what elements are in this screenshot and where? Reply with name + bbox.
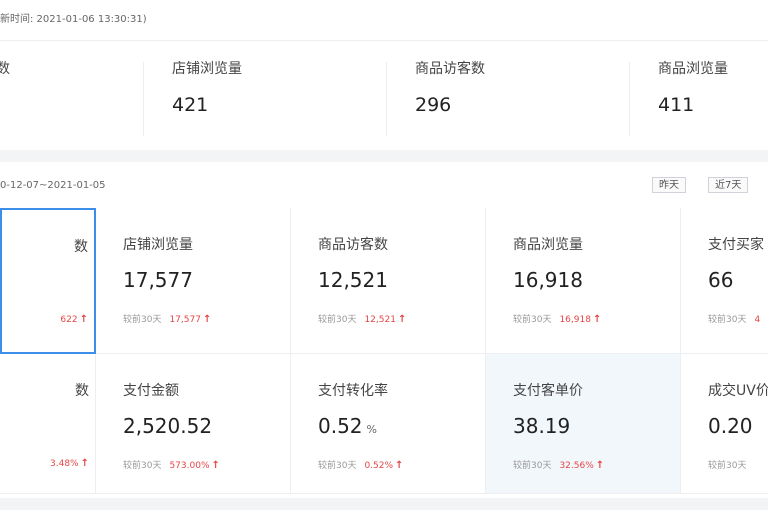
metric-product-pageviews-realtime[interactable]: 商品浏览量 411 [658, 58, 728, 116]
card-value: 0.52% [318, 414, 377, 438]
card-label: 支付客单价 [513, 383, 583, 399]
yesterday-button[interactable]: 昨天 [652, 177, 686, 193]
comparison-label: 较前30天 [318, 461, 357, 471]
card-product-visitors[interactable]: 商品访客数 12,521 较前30天 12,521 ↑ [291, 208, 486, 354]
metric-label: 商品访客数 [415, 61, 485, 77]
card-label: 店铺浏览量 [123, 237, 193, 253]
metric-label: 数 [0, 61, 10, 77]
value-number: 0.52 [318, 414, 363, 438]
comparison: 较前30天 16,918 ↑ [513, 312, 601, 325]
comparison-value: 32.56% [559, 461, 594, 471]
card-value: 0.20 [708, 414, 753, 438]
overview-panel: 0-12-07~2021-01-05 昨天 近7天 数 622 ↑ 店铺浏览量 1… [0, 162, 768, 498]
card-store-pageviews[interactable]: 店铺浏览量 17,577 较前30天 17,577 ↑ [96, 208, 291, 354]
comparison-label: 较前30天 [123, 315, 162, 325]
comparison-value: 4 [754, 315, 761, 325]
arrow-up-icon: ↑ [79, 314, 88, 325]
card-value: 16,918 [513, 268, 583, 292]
metric-value: 296 [415, 94, 452, 116]
comparison-label: 较前30天 [513, 461, 552, 471]
arrow-up-icon: ↑ [397, 314, 407, 325]
metric-store-pageviews-realtime[interactable]: 店铺浏览量 421 [172, 58, 242, 116]
metric-value: 411 [658, 94, 695, 116]
card-avg-order-value[interactable]: 支付客单价 38.19 较前30天 32.56% ↑ [486, 354, 681, 494]
divider [386, 62, 387, 136]
card-buyers-rate[interactable]: 数 3.48% ↑ [0, 354, 96, 494]
comparison: 较前30天 12,521 ↑ [318, 312, 406, 325]
card-label: 数 [74, 239, 88, 255]
arrow-up-icon: ↑ [211, 460, 220, 471]
comparison: 较前30天 32.56% ↑ [513, 458, 604, 471]
arrow-up-icon: ↑ [202, 314, 212, 325]
metric-product-visitors-realtime[interactable]: 商品访客数 296 [415, 58, 485, 116]
comparison: 较前30天 4 [708, 312, 760, 325]
card-label: 商品浏览量 [513, 237, 583, 253]
realtime-panel: 新时间: 2021-01-06 13:30:31) 数 店铺浏览量 421 商品… [0, 0, 768, 150]
comparison: 3.48% ↑ [42, 458, 89, 469]
metric-value: 421 [172, 94, 209, 116]
comparison-value: 622 [60, 315, 78, 325]
divider [143, 62, 144, 136]
comparison: 较前30天 17,577 ↑ [123, 312, 211, 325]
card-value: 2,520.52 [123, 414, 213, 438]
metric-label: 商品浏览量 [658, 61, 728, 77]
comparison-value: 0.52% [364, 461, 394, 471]
card-paying-buyers[interactable]: 支付买家 66 较前30天 4 [681, 208, 768, 354]
arrow-up-icon: ↑ [595, 460, 605, 471]
value-unit: % [366, 423, 377, 436]
card-visitors[interactable]: 数 622 ↑ [0, 208, 96, 354]
card-uv-value[interactable]: 成交UV价 0.20 较前30天 [681, 354, 768, 494]
card-label: 成交UV价 [708, 383, 768, 399]
arrow-up-icon: ↑ [592, 314, 602, 325]
comparison-label: 较前30天 [123, 461, 162, 471]
date-range-label: 0-12-07~2021-01-05 [0, 180, 106, 191]
comparison-label: 较前30天 [318, 315, 357, 325]
card-label: 数 [75, 383, 89, 399]
comparison-value: 17,577 [169, 315, 201, 325]
card-label: 支付买家 [708, 237, 764, 253]
card-value: 12,521 [318, 268, 388, 292]
card-label: 商品访客数 [318, 237, 388, 253]
card-label: 支付转化率 [318, 383, 388, 399]
last-7-days-button[interactable]: 近7天 [708, 177, 749, 193]
comparison-value: 3.48% [50, 459, 79, 469]
comparison-value: 573.00% [169, 461, 210, 471]
card-label: 支付金额 [123, 383, 179, 399]
comparison-value: 12,521 [364, 315, 396, 325]
card-value: 66 [708, 268, 734, 292]
arrow-up-icon: ↑ [395, 460, 404, 471]
comparison: 较前30天 [708, 458, 754, 471]
update-time-note: 新时间: 2021-01-06 13:30:31) [0, 14, 147, 25]
arrow-up-icon: ↑ [80, 458, 89, 469]
card-payment-amount[interactable]: 支付金额 2,520.52 较前30天 573.00% ↑ [96, 354, 291, 494]
card-product-pageviews[interactable]: 商品浏览量 16,918 较前30天 16,918 ↑ [486, 208, 681, 354]
metric-visitors-realtime[interactable]: 数 [0, 58, 10, 94]
card-value: 17,577 [123, 268, 193, 292]
card-value: 38.19 [513, 414, 571, 438]
comparison: 较前30天 0.52% ↑ [318, 458, 403, 471]
card-conversion-rate[interactable]: 支付转化率 0.52% 较前30天 0.52% ↑ [291, 354, 486, 494]
divider [0, 40, 768, 41]
comparison-label: 较前30天 [708, 461, 747, 471]
comparison: 622 ↑ [52, 314, 88, 325]
comparison-value: 16,918 [559, 315, 591, 325]
comparison-label: 较前30天 [708, 315, 747, 325]
divider [629, 62, 630, 136]
comparison-label: 较前30天 [513, 315, 552, 325]
metric-label: 店铺浏览量 [172, 61, 242, 77]
comparison: 较前30天 573.00% ↑ [123, 458, 220, 471]
